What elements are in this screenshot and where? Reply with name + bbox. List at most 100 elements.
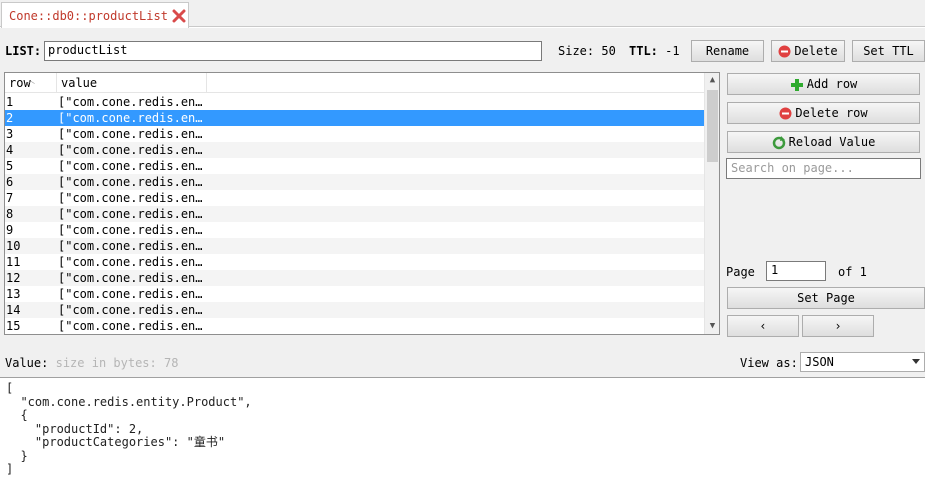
row-value-cell: ["com.cone.redis.en…	[58, 191, 203, 205]
table-row[interactable]: 12 ["com.cone.redis.en…	[5, 270, 705, 286]
value-label-text: Value:	[5, 356, 49, 370]
table-row[interactable]: 1 ["com.cone.redis.en…	[5, 94, 705, 110]
scroll-down-icon[interactable]: ▼	[705, 319, 719, 334]
row-value-cell: ["com.cone.redis.en…	[58, 175, 203, 189]
scroll-up-icon[interactable]: ▲	[705, 73, 719, 88]
table-row[interactable]: 8 ["com.cone.redis.en…	[5, 206, 705, 222]
column-header-value-label: value	[61, 76, 98, 90]
delete-key-button[interactable]: Delete	[771, 40, 845, 62]
table-row[interactable]: 6 ["com.cone.redis.en…	[5, 174, 705, 190]
delete-icon	[779, 107, 792, 120]
row-value-cell: ["com.cone.redis.en…	[58, 303, 203, 317]
prev-page-icon: ‹	[759, 319, 767, 333]
key-name-field[interactable]: productList	[44, 41, 542, 61]
delete-key-button-label: Delete	[794, 44, 838, 58]
ttl-value: -1	[665, 44, 680, 58]
tab-title: Cone::db0::productList	[9, 9, 168, 23]
table-row[interactable]: 3 ["com.cone.redis.en…	[5, 126, 705, 142]
row-value-cell: ["com.cone.redis.en…	[58, 255, 203, 269]
row-value-cell: ["com.cone.redis.en…	[58, 223, 203, 237]
page-label: Page	[726, 265, 755, 279]
row-value-cell: ["com.cone.redis.en…	[58, 287, 203, 301]
row-index-cell: 4	[6, 143, 14, 157]
rename-button[interactable]: Rename	[691, 40, 764, 62]
table-row[interactable]: 5 ["com.cone.redis.en…	[5, 158, 705, 174]
value-table[interactable]: ︿ row value 1 ["com.cone.redis.en… 2 ["com.…	[4, 72, 720, 335]
row-value-cell: ["com.cone.redis.en…	[58, 319, 203, 333]
set-ttl-button-label: Set TTL	[863, 44, 914, 58]
search-on-page-input[interactable]: Search on page...	[726, 158, 921, 179]
table-row[interactable]: 4 ["com.cone.redis.en…	[5, 142, 705, 158]
table-header: ︿ row value	[5, 73, 705, 93]
row-index-cell: 5	[6, 159, 14, 173]
row-index-cell: 9	[6, 223, 14, 237]
delete-row-button[interactable]: Delete row	[727, 102, 920, 124]
table-row[interactable]: 7 ["com.cone.redis.en…	[5, 190, 705, 206]
value-editor-content[interactable]: [ "com.cone.redis.entity.Product", { "pr…	[0, 378, 925, 481]
row-index-cell: 12	[6, 271, 21, 285]
table-row[interactable]: 11 ["com.cone.redis.en…	[5, 254, 705, 270]
row-index-cell: 3	[6, 127, 14, 141]
row-value-cell: ["com.cone.redis.en…	[58, 111, 203, 125]
tab-key-view[interactable]: Cone::db0::productList	[1, 2, 189, 28]
table-row[interactable]: 13 ["com.cone.redis.en…	[5, 286, 705, 302]
table-row[interactable]: 2 ["com.cone.redis.en…	[5, 110, 705, 126]
add-icon	[790, 78, 803, 91]
table-scrollbar[interactable]: ▲ ▼	[704, 73, 719, 334]
reload-value-button[interactable]: Reload Value	[727, 131, 920, 153]
table-row[interactable]: 10 ["com.cone.redis.en…	[5, 238, 705, 254]
set-ttl-button[interactable]: Set TTL	[852, 40, 925, 62]
row-value-cell: ["com.cone.redis.en…	[58, 143, 203, 157]
page-number-input[interactable]: 1	[766, 261, 826, 281]
delete-icon	[778, 45, 791, 58]
view-as-selected-value: JSON	[805, 355, 834, 369]
row-index-cell: 7	[6, 191, 14, 205]
rename-button-label: Rename	[705, 44, 750, 58]
key-view-panel: LIST: productList Size: 50 TTL: -1 Renam…	[0, 28, 925, 503]
column-header-value[interactable]: value	[57, 73, 207, 93]
ttl-label-text: TTL:	[629, 44, 658, 58]
scrollbar-thumb[interactable]	[707, 90, 718, 162]
row-value-cell: ["com.cone.redis.en…	[58, 271, 203, 285]
view-as-select[interactable]: JSON	[800, 352, 925, 372]
row-index-cell: 1	[6, 95, 14, 109]
row-index-cell: 8	[6, 207, 14, 221]
row-index-cell: 6	[6, 175, 14, 189]
value-editor[interactable]: [ "com.cone.redis.entity.Product", { "pr…	[0, 377, 925, 503]
view-as-label: View as:	[740, 356, 798, 370]
set-page-button-label: Set Page	[797, 291, 855, 305]
tab-strip: Cone::db0::productList	[0, 0, 925, 28]
add-row-button-label: Add row	[806, 77, 858, 91]
row-value-cell: ["com.cone.redis.en…	[58, 239, 203, 253]
table-body: 1 ["com.cone.redis.en… 2 ["com.cone.redis.e…	[5, 94, 705, 334]
sort-indicator-icon: ︿	[27, 76, 35, 85]
row-index-cell: 11	[6, 255, 21, 269]
set-page-button[interactable]: Set Page	[727, 287, 925, 309]
reload-icon	[772, 135, 785, 149]
key-type-label: LIST:	[5, 44, 42, 58]
row-value-cell: ["com.cone.redis.en…	[58, 95, 203, 109]
value-size-hint: size in bytes: 78	[55, 356, 179, 370]
table-row[interactable]: 9 ["com.cone.redis.en…	[5, 222, 705, 238]
row-value-cell: ["com.cone.redis.en…	[58, 159, 203, 173]
row-index-cell: 13	[6, 287, 21, 301]
prev-page-button[interactable]: ‹	[727, 315, 799, 337]
row-index-cell: 14	[6, 303, 21, 317]
column-header-row[interactable]: ︿ row	[5, 73, 57, 93]
add-row-button[interactable]: Add row	[727, 73, 920, 95]
value-label: Value: size in bytes: 78	[5, 356, 178, 370]
row-index-cell: 15	[6, 319, 21, 333]
row-index-cell: 2	[6, 111, 14, 125]
dropdown-caret-icon	[912, 359, 920, 364]
key-size-label: Size: 50	[558, 44, 616, 58]
next-page-icon: ›	[834, 319, 842, 333]
close-icon[interactable]	[172, 7, 186, 23]
reload-value-button-label: Reload Value	[788, 135, 876, 149]
next-page-button[interactable]: ›	[802, 315, 874, 337]
row-value-cell: ["com.cone.redis.en…	[58, 127, 203, 141]
page-count-label: of 1	[838, 265, 867, 279]
table-row[interactable]: 15 ["com.cone.redis.en…	[5, 318, 705, 334]
row-value-cell: ["com.cone.redis.en…	[58, 207, 203, 221]
delete-row-button-label: Delete row	[795, 106, 868, 120]
table-row[interactable]: 14 ["com.cone.redis.en…	[5, 302, 705, 318]
